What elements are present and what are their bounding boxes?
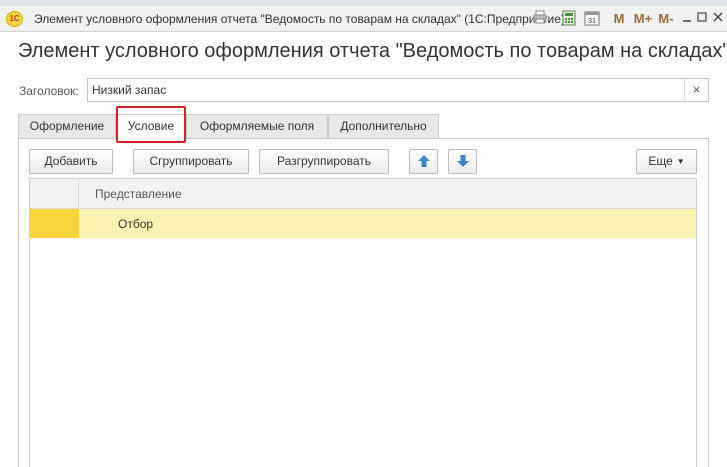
column-header-presentation[interactable]: Представление: [95, 187, 182, 201]
calculator-icon[interactable]: [560, 10, 578, 28]
header-input[interactable]: [92, 82, 682, 98]
more-button[interactable]: Еще ▼: [636, 149, 697, 174]
maximize-icon[interactable]: [695, 10, 709, 28]
move-up-button[interactable]: [409, 149, 438, 174]
more-button-label: Еще: [648, 154, 673, 168]
tab-appearance[interactable]: Оформление: [18, 114, 116, 139]
table-header: Представление: [30, 179, 696, 209]
form-title: Элемент условного оформления отчета "Вед…: [18, 40, 727, 62]
condition-table[interactable]: Представление Отбор: [29, 178, 697, 467]
ungroup-button[interactable]: Разгруппировать: [259, 149, 389, 174]
memory-m-icon[interactable]: M: [612, 10, 626, 28]
window-titlebar: 1С Элемент условного оформления отчета "…: [0, 6, 727, 32]
header-field-label: Заголовок:: [19, 84, 79, 98]
memory-plus-icon[interactable]: M+: [632, 10, 654, 28]
table-header-corner: [30, 179, 79, 209]
group-button[interactable]: Сгруппировать: [133, 149, 249, 174]
arrow-down-icon: [456, 155, 469, 167]
row-marker: [30, 209, 79, 238]
tab-additional[interactable]: Дополнительно: [328, 114, 439, 139]
tab-condition[interactable]: Условие: [116, 114, 186, 139]
calendar-day-label: 31: [588, 18, 596, 25]
arrow-up-icon: [417, 155, 430, 167]
clear-field-button[interactable]: ×: [684, 79, 708, 101]
memory-minus-icon[interactable]: M-: [656, 10, 676, 28]
table-row[interactable]: Отбор: [30, 209, 696, 238]
print-icon[interactable]: [531, 10, 549, 28]
calendar-icon[interactable]: 31: [583, 10, 601, 28]
app-logo-icon[interactable]: 1С: [6, 11, 23, 27]
tab-formatted-fields[interactable]: Оформляемые поля: [186, 114, 328, 139]
chevron-down-icon: ▼: [676, 157, 685, 166]
window-title: Элемент условного оформления отчета "Вед…: [34, 12, 565, 26]
minimize-icon[interactable]: [680, 10, 694, 28]
table-cell-presentation[interactable]: Отбор: [118, 217, 153, 231]
move-down-button[interactable]: [448, 149, 477, 174]
add-button[interactable]: Добавить: [29, 149, 113, 174]
header-field[interactable]: ×: [87, 78, 709, 102]
close-icon[interactable]: [711, 10, 725, 28]
